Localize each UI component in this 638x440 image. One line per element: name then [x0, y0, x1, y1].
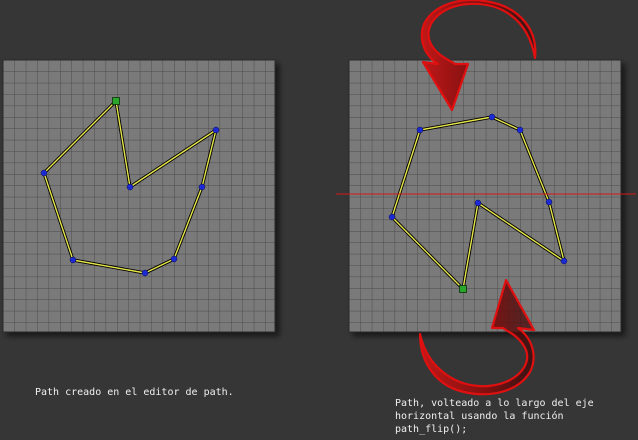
- original-path-panel: [2, 59, 276, 333]
- path-point: [388, 213, 396, 221]
- path-point: [474, 199, 482, 207]
- caption-original-path: Path creado en el editor de path.: [35, 387, 234, 398]
- path-point: [545, 198, 553, 206]
- path-point: [126, 183, 134, 191]
- path-point: [560, 257, 568, 265]
- flipped-path-panel: [336, 59, 636, 333]
- path-flip-diagram: [2, 0, 636, 396]
- path-start-point: [459, 285, 467, 293]
- path-point: [69, 256, 77, 264]
- path-point: [198, 183, 206, 191]
- path-start-point: [112, 97, 120, 105]
- grid-canvas-right: [348, 59, 622, 333]
- path-point: [416, 126, 424, 134]
- path-point: [170, 255, 178, 263]
- path-point: [212, 126, 220, 134]
- grid-canvas-left: [2, 59, 276, 333]
- path-point: [40, 169, 48, 177]
- path-point: [516, 126, 524, 134]
- caption-flipped-path: Path, volteado a lo largo del eje horizo…: [395, 398, 594, 435]
- path-point: [141, 269, 149, 277]
- path-point: [488, 113, 496, 121]
